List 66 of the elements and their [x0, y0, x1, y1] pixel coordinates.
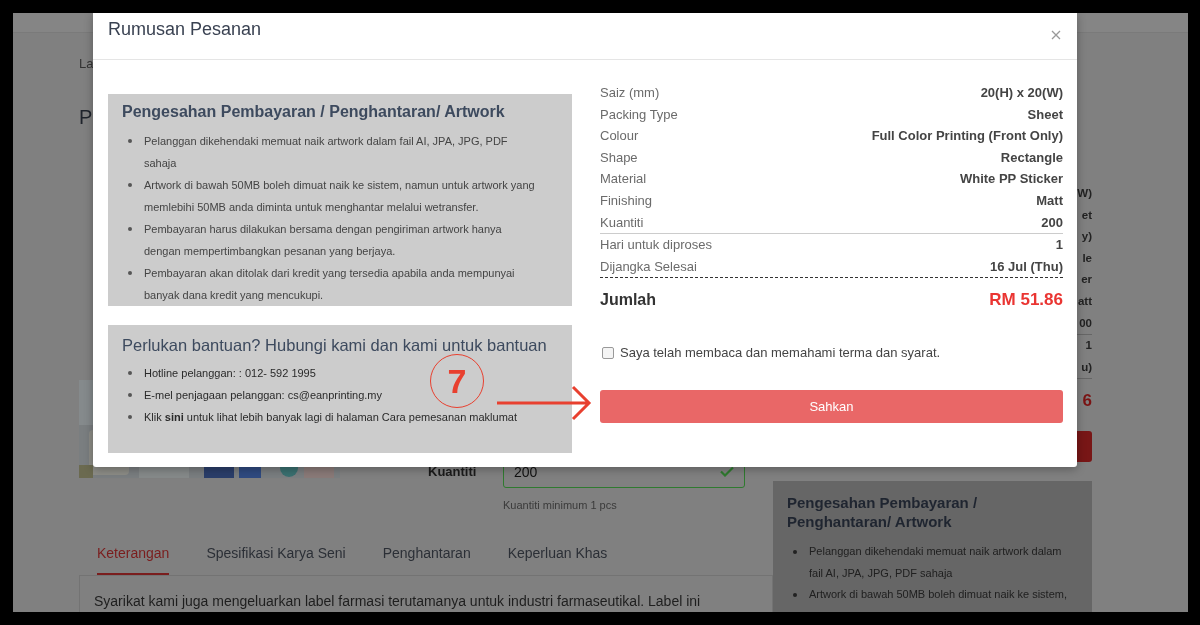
summary-label: Dijangka Selesai [600, 257, 697, 276]
bullet-text: Klik sini untuk lihat lebih banyak lagi di halaman Cara pemesanan maklumat [144, 410, 517, 425]
bullet-text: Artwork di bawah 50MB boleh dimuat naik ke sistem, [809, 587, 1068, 603]
bullet-dot [128, 271, 132, 275]
summary-label: Material [600, 170, 647, 189]
summary-value: Full Color Printing (Front Only) [871, 127, 1063, 146]
panel-title: Pengesahan Pembayaran / Penghantaran/ Artwork [787, 493, 979, 532]
summary-value: Sheet [1027, 105, 1063, 124]
summary-value: 16 Jul (Thu) [990, 257, 1063, 276]
bullet-dot [128, 393, 132, 397]
bullet-text: Pembayaran akan ditolak dari kredit yang tersedia apabila anda mempunyai banyak dana kredit yang mencukupi. [144, 266, 516, 303]
summary-value: att [1077, 294, 1092, 307]
hint-text: Kuantiti minimum 1 pcs [503, 498, 618, 512]
tab[interactable]: Keperluan Khas [507, 535, 608, 575]
tab[interactable]: Keterangan [97, 535, 170, 575]
close-icon[interactable] [1051, 30, 1061, 40]
panel-title: Pengesahan Pembayaran / Penghantaran/ Artwork [122, 102, 506, 122]
summary-label: Packing Type [600, 105, 678, 124]
tab[interactable]: Penghantaran [382, 535, 471, 575]
panel-title: Perlukan bantuan? Hubungi kami dan kami untuk bantuan [122, 335, 548, 356]
checkbox[interactable] [602, 346, 614, 359]
bullet-text: Artwork di bawah 50MB boleh dimuat naik ke sistem, namun untuk artwork yang memlebihi 50MB anda diminta untuk menghantar melalui wetransfer. [144, 178, 536, 215]
description-text: Syarikat kami juga mengeluarkan label farmasi terutamanya untuk industri farmaseutikal. Label ini [94, 592, 702, 610]
total-price: RM 51.86 [989, 289, 1063, 312]
bullet-dot [128, 183, 132, 187]
summary-value: 20(H) x 20(W) [980, 84, 1063, 102]
summary-label: Hari untuk diproses [600, 236, 712, 255]
bullet-text: Hotline pelanggan: : 012- 592 1995 [144, 366, 316, 381]
check-icon [720, 466, 734, 477]
bullet-dot [128, 139, 132, 143]
bullet-text: E-mel penjagaan pelanggan: cs@eanprinting.my [144, 388, 383, 403]
summary-value: Rectangle [1000, 148, 1063, 167]
dialog-title: Rumusan Pesanan [108, 18, 262, 40]
summary-value: 00 [1079, 316, 1092, 329]
breadcrumb[interactable]: La [79, 55, 93, 73]
summary-value: y) [1081, 230, 1092, 243]
bullet-dot [793, 550, 797, 555]
summary-value: et [1081, 208, 1092, 221]
summary-label: Colour [600, 127, 639, 146]
summary-value: u) [1081, 360, 1092, 373]
total-label: Jumlah [600, 290, 656, 311]
summary-value: le [1082, 251, 1092, 264]
summary-label: Saiz (mm) [600, 84, 660, 102]
confirm-button[interactable]: Sahkan [600, 390, 1063, 424]
summary-value: W) [1077, 187, 1092, 199]
bullet-dot [128, 415, 132, 419]
summary-label: Kuantiti [600, 213, 644, 232]
bullet-dot [793, 593, 797, 598]
summary-label: Finishing [600, 191, 653, 210]
bullet-dot [128, 371, 132, 375]
summary-value: 1 [1055, 236, 1063, 255]
bullet-text: Pelanggan dikehendaki memuat naik artwork dalam fail AI, JPA, JPG, PDF sahaja [144, 134, 509, 171]
page-title: P [79, 105, 92, 130]
tab[interactable]: Spesifikasi Karya Seni [206, 535, 346, 575]
terms-label[interactable]: Saya telah membaca dan memahami terma dan syarat. [620, 345, 941, 361]
summary-value: 1 [1085, 339, 1092, 352]
total-price: 6 [1082, 391, 1092, 411]
summary-value: 200 [1041, 213, 1063, 232]
summary-value: er [1081, 273, 1092, 286]
bullet-text: Pembayaran harus dilakukan bersama dengan pengiriman artwork hanya dengan mempertimbangkan pesanan yang berjaya. [144, 222, 503, 259]
summary-value: Matt [1036, 191, 1063, 210]
summary-label: Shape [600, 148, 638, 167]
bullet-dot [128, 227, 132, 231]
bullet-text: Pelanggan dikehendaki memuat naik artwork dalam fail AI, JPA, JPG, PDF sahaja [809, 544, 1063, 581]
quantity-label: Kuantiti [428, 464, 478, 479]
summary-value: White PP Sticker [959, 170, 1063, 189]
